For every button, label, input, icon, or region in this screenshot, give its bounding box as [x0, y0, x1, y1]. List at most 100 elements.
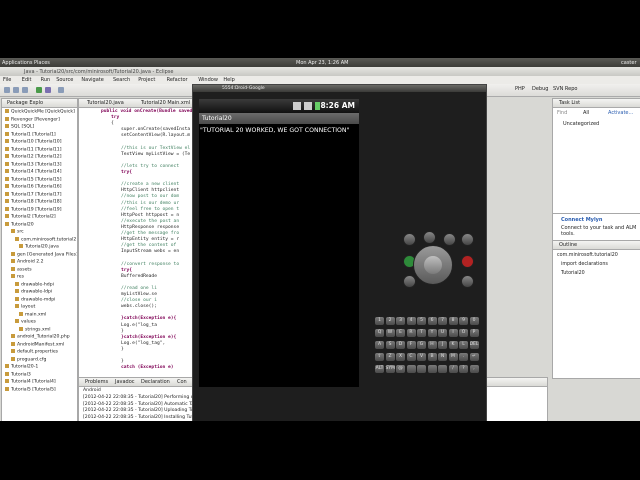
- perspective-php[interactable]: PHP: [515, 86, 525, 92]
- tree-item[interactable]: drawable-mdpi: [15, 296, 55, 303]
- tree-item[interactable]: default.properties: [11, 349, 58, 355]
- tree-item[interactable]: Tutorial4 [Tutorial4]: [5, 379, 56, 385]
- keyboard-key[interactable]: 3: [396, 317, 405, 325]
- tree-item[interactable]: src: [11, 229, 24, 235]
- menu-navigate[interactable]: Navigate: [81, 77, 103, 83]
- applications-menu[interactable]: Applications: [2, 60, 33, 66]
- package-explorer-tab[interactable]: Package Explo: [7, 100, 43, 106]
- tree-item[interactable]: main.xml: [19, 311, 46, 318]
- keyboard-key[interactable]: N: [438, 353, 447, 361]
- keyboard-key[interactable]: 1: [375, 317, 384, 325]
- tree-item[interactable]: Tutorial18 [Tutorial18]: [5, 199, 62, 205]
- editor-tab-java[interactable]: Tutorial20.java: [87, 100, 124, 106]
- menu-run[interactable]: Run: [41, 77, 51, 83]
- keyboard-key[interactable]: T: [417, 329, 426, 337]
- keyboard-key[interactable]: 5: [417, 317, 426, 325]
- keyboard-key[interactable]: /: [448, 365, 458, 373]
- tree-item[interactable]: values: [15, 319, 36, 325]
- outline-package[interactable]: com.minirosoft.tutorial20: [557, 253, 618, 258]
- keyboard-key[interactable]: 9: [459, 317, 468, 325]
- keyboard-key[interactable]: 8: [448, 317, 458, 325]
- tab-problems[interactable]: Problems: [85, 379, 108, 385]
- phone-screen[interactable]: 8:26 AM Tutorial20 "TUTORIAL 20 WORKED, …: [199, 99, 359, 387]
- keyboard-key[interactable]: D: [396, 341, 405, 349]
- tab-declaration[interactable]: Declaration: [141, 379, 170, 385]
- perspective-svn[interactable]: SVN Repo: [553, 86, 577, 92]
- tree-item[interactable]: Tutorial20.java: [19, 244, 59, 250]
- menu-refactor[interactable]: Refactor: [167, 77, 188, 83]
- tree-item[interactable]: android_Tutorial20.php: [11, 334, 70, 340]
- tree-item[interactable]: Tutorial2 [Tutorial2]: [5, 214, 56, 220]
- keyboard-key[interactable]: F: [406, 341, 416, 349]
- tree-item[interactable]: Tutorial11 [Tutorial11]: [5, 146, 62, 153]
- debug-icon[interactable]: [45, 87, 51, 93]
- keyboard-key[interactable]: @: [396, 365, 405, 373]
- end-call-button[interactable]: [461, 255, 474, 268]
- tree-item[interactable]: QuickQuickMe [QuickQuick]: [5, 109, 75, 115]
- tree-item[interactable]: Tutorial17 [Tutorial17]: [5, 191, 62, 198]
- keyboard-key[interactable]: L: [459, 341, 468, 349]
- tree-item[interactable]: Tutorial12 [Tutorial12]: [5, 154, 62, 160]
- tree-item[interactable]: AndroidManifest.xml: [11, 341, 64, 348]
- tree-item[interactable]: res: [11, 274, 24, 280]
- keyboard-key[interactable]: V: [417, 353, 426, 361]
- places-menu[interactable]: Places: [34, 60, 50, 66]
- keyboard-key[interactable]: 2: [385, 317, 395, 325]
- tree-item[interactable]: Tutorial15 [Tutorial15]: [5, 176, 62, 183]
- keyboard-key[interactable]: [406, 365, 416, 373]
- tree-item[interactable]: Tutorial3: [5, 371, 31, 378]
- tree-item[interactable]: strings.xml: [19, 326, 51, 333]
- keyboard-key[interactable]: DEL: [469, 341, 479, 349]
- keyboard-key[interactable]: [427, 365, 437, 373]
- search-icon[interactable]: [58, 87, 64, 93]
- menu-window[interactable]: Window: [198, 77, 218, 83]
- camera-button[interactable]: [461, 275, 474, 288]
- tab-outline[interactable]: Outline: [559, 242, 577, 248]
- tab-javadoc[interactable]: Javadoc: [115, 379, 135, 385]
- outline-imports[interactable]: import declarations: [561, 262, 608, 267]
- keyboard-key[interactable]: P: [469, 329, 479, 337]
- keyboard-key[interactable]: A: [375, 341, 384, 349]
- menu-search[interactable]: Search: [113, 77, 130, 83]
- keyboard-key[interactable]: H: [427, 341, 437, 349]
- keyboard-key[interactable]: ALT: [375, 365, 384, 373]
- back-button[interactable]: [443, 233, 456, 246]
- tree-item[interactable]: com.minirosoft.tutorial2: [15, 236, 76, 243]
- tree-item[interactable]: assets: [11, 266, 32, 273]
- print-icon[interactable]: [22, 87, 28, 93]
- home-button[interactable]: [403, 233, 416, 246]
- menu-help[interactable]: Help: [223, 77, 234, 83]
- menu-button[interactable]: [423, 231, 436, 244]
- keyboard-key[interactable]: W: [385, 329, 395, 337]
- keyboard-key[interactable]: ⇧: [375, 353, 384, 361]
- outline-class[interactable]: Tutorial20: [561, 271, 585, 276]
- keyboard-key[interactable]: ?: [459, 365, 468, 373]
- keyboard-key[interactable]: G: [417, 341, 426, 349]
- clock[interactable]: Mon Apr 23, 1:26 AM: [296, 60, 348, 66]
- keyboard-key[interactable]: Q: [375, 329, 384, 337]
- keyboard-key[interactable]: Y: [427, 329, 437, 337]
- mylyn-title[interactable]: Connect Mylyn: [561, 217, 602, 223]
- keyboard-key[interactable]: I: [448, 329, 458, 337]
- keyboard-key[interactable]: Z: [385, 353, 395, 361]
- tree-item[interactable]: drawable-ldpi: [15, 289, 52, 295]
- keyboard-key[interactable]: 7: [438, 317, 447, 325]
- tree-item[interactable]: Tutorial5 [Tutorial5]: [5, 386, 56, 393]
- keyboard-key[interactable]: 4: [406, 317, 416, 325]
- tree-item[interactable]: SQL [SQL]: [5, 124, 34, 130]
- dpad-center[interactable]: [424, 256, 442, 274]
- menu-source[interactable]: Source: [56, 77, 73, 83]
- tree-item[interactable]: Tutorial19 [Tutorial19]: [5, 206, 62, 213]
- tree-item[interactable]: Tutorial20: [5, 221, 34, 228]
- keyboard-key[interactable]: E: [396, 329, 405, 337]
- tree-item[interactable]: Tutorial1 [Tutorial1]: [5, 131, 56, 138]
- run-icon[interactable]: [36, 87, 42, 93]
- keyboard-key[interactable]: [438, 365, 447, 373]
- dpad[interactable]: [413, 245, 453, 285]
- keyboard-key[interactable]: ,: [469, 365, 479, 373]
- task-find[interactable]: Find: [557, 110, 567, 116]
- keyboard-key[interactable]: K: [448, 341, 458, 349]
- tree-item[interactable]: Tutorial10 [Tutorial10]: [5, 139, 62, 145]
- new-icon[interactable]: [4, 87, 10, 93]
- tree-item[interactable]: layout: [15, 304, 35, 310]
